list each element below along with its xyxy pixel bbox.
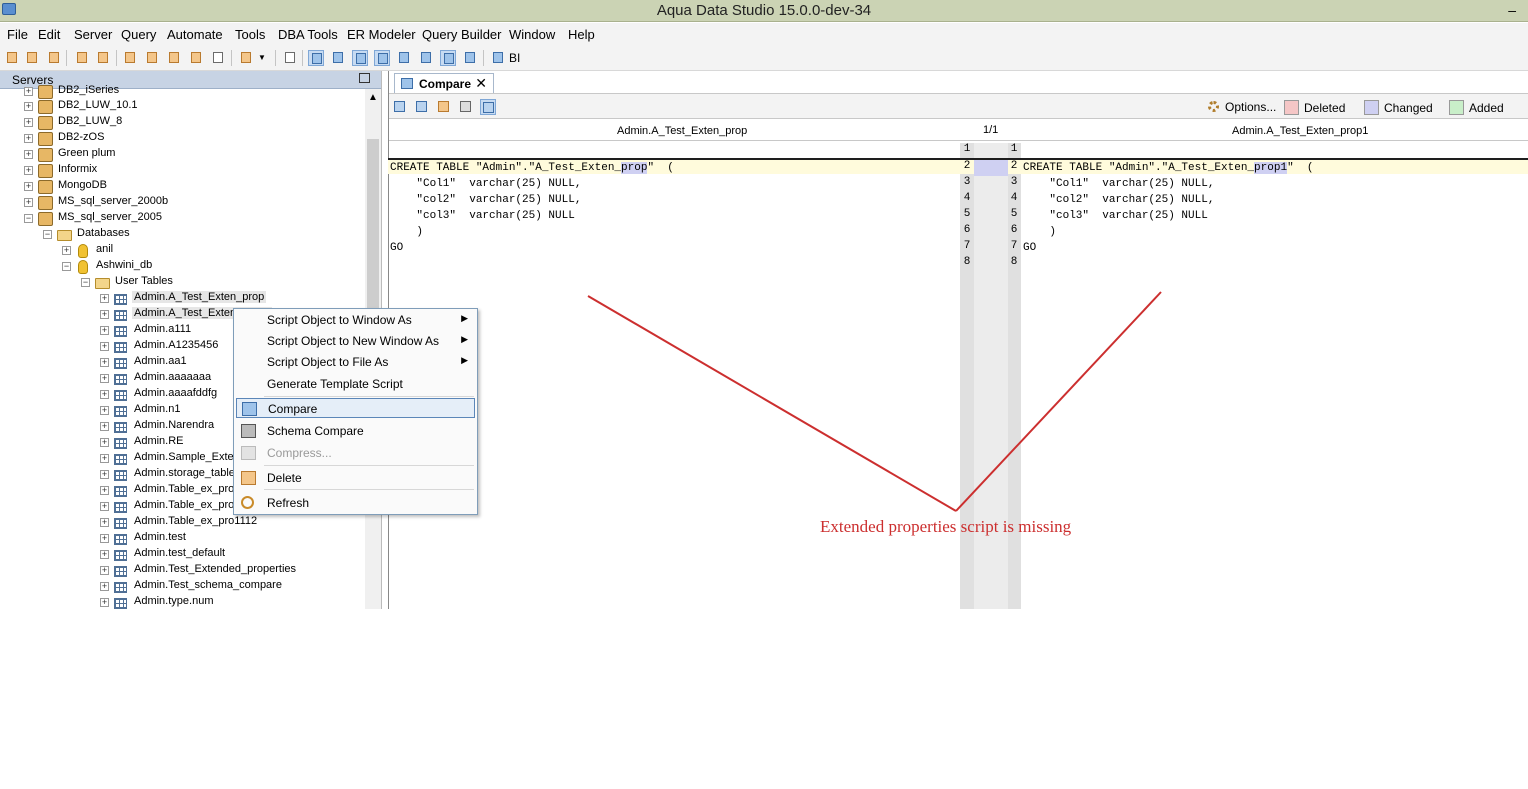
- annotation-line-right: [955, 291, 1162, 512]
- annotation-lines: [587, 291, 1162, 512]
- refresh-icon: [241, 496, 254, 509]
- menu-item-script-to-window[interactable]: Script Object to Window As ▶: [234, 310, 477, 330]
- menu-item-refresh[interactable]: Refresh: [234, 493, 477, 513]
- menu-item-label: Generate Template Script: [267, 377, 403, 391]
- menu-item-label: Schema Compare: [267, 424, 364, 438]
- menu-item-compare[interactable]: Compare: [236, 398, 475, 418]
- annotation-line-left: [587, 295, 957, 512]
- menu-item-generate-template-script[interactable]: Generate Template Script: [234, 374, 477, 394]
- submenu-arrow-icon: ▶: [461, 355, 468, 365]
- delete-icon: [241, 471, 256, 485]
- menu-item-script-to-file[interactable]: Script Object to File As ▶: [234, 352, 477, 372]
- submenu-arrow-icon: ▶: [461, 334, 468, 344]
- menu-item-schema-compare[interactable]: Schema Compare: [234, 421, 477, 441]
- menu-item-delete[interactable]: Delete: [234, 468, 477, 488]
- menu-item-label: Delete: [267, 471, 302, 485]
- compare-icon: [242, 402, 257, 416]
- schema-compare-icon: [241, 424, 256, 438]
- menu-item-compress[interactable]: Compress...: [234, 443, 477, 463]
- context-menu: Script Object to Window As ▶ Script Obje…: [233, 308, 478, 515]
- annotation-text: Extended properties script is missing: [820, 517, 1072, 536]
- menu-item-label: Compress...: [267, 446, 332, 460]
- menu-item-label: Script Object to File As: [267, 355, 389, 369]
- compress-icon: [241, 446, 256, 460]
- menu-item-label: Refresh: [267, 496, 310, 510]
- submenu-arrow-icon: ▶: [461, 313, 468, 323]
- menu-item-script-to-new-window[interactable]: Script Object to New Window As ▶: [234, 331, 477, 351]
- menu-item-label: Script Object to New Window As: [267, 334, 440, 348]
- menu-item-label: Script Object to Window As: [267, 313, 412, 327]
- menu-item-label: Compare: [268, 402, 318, 416]
